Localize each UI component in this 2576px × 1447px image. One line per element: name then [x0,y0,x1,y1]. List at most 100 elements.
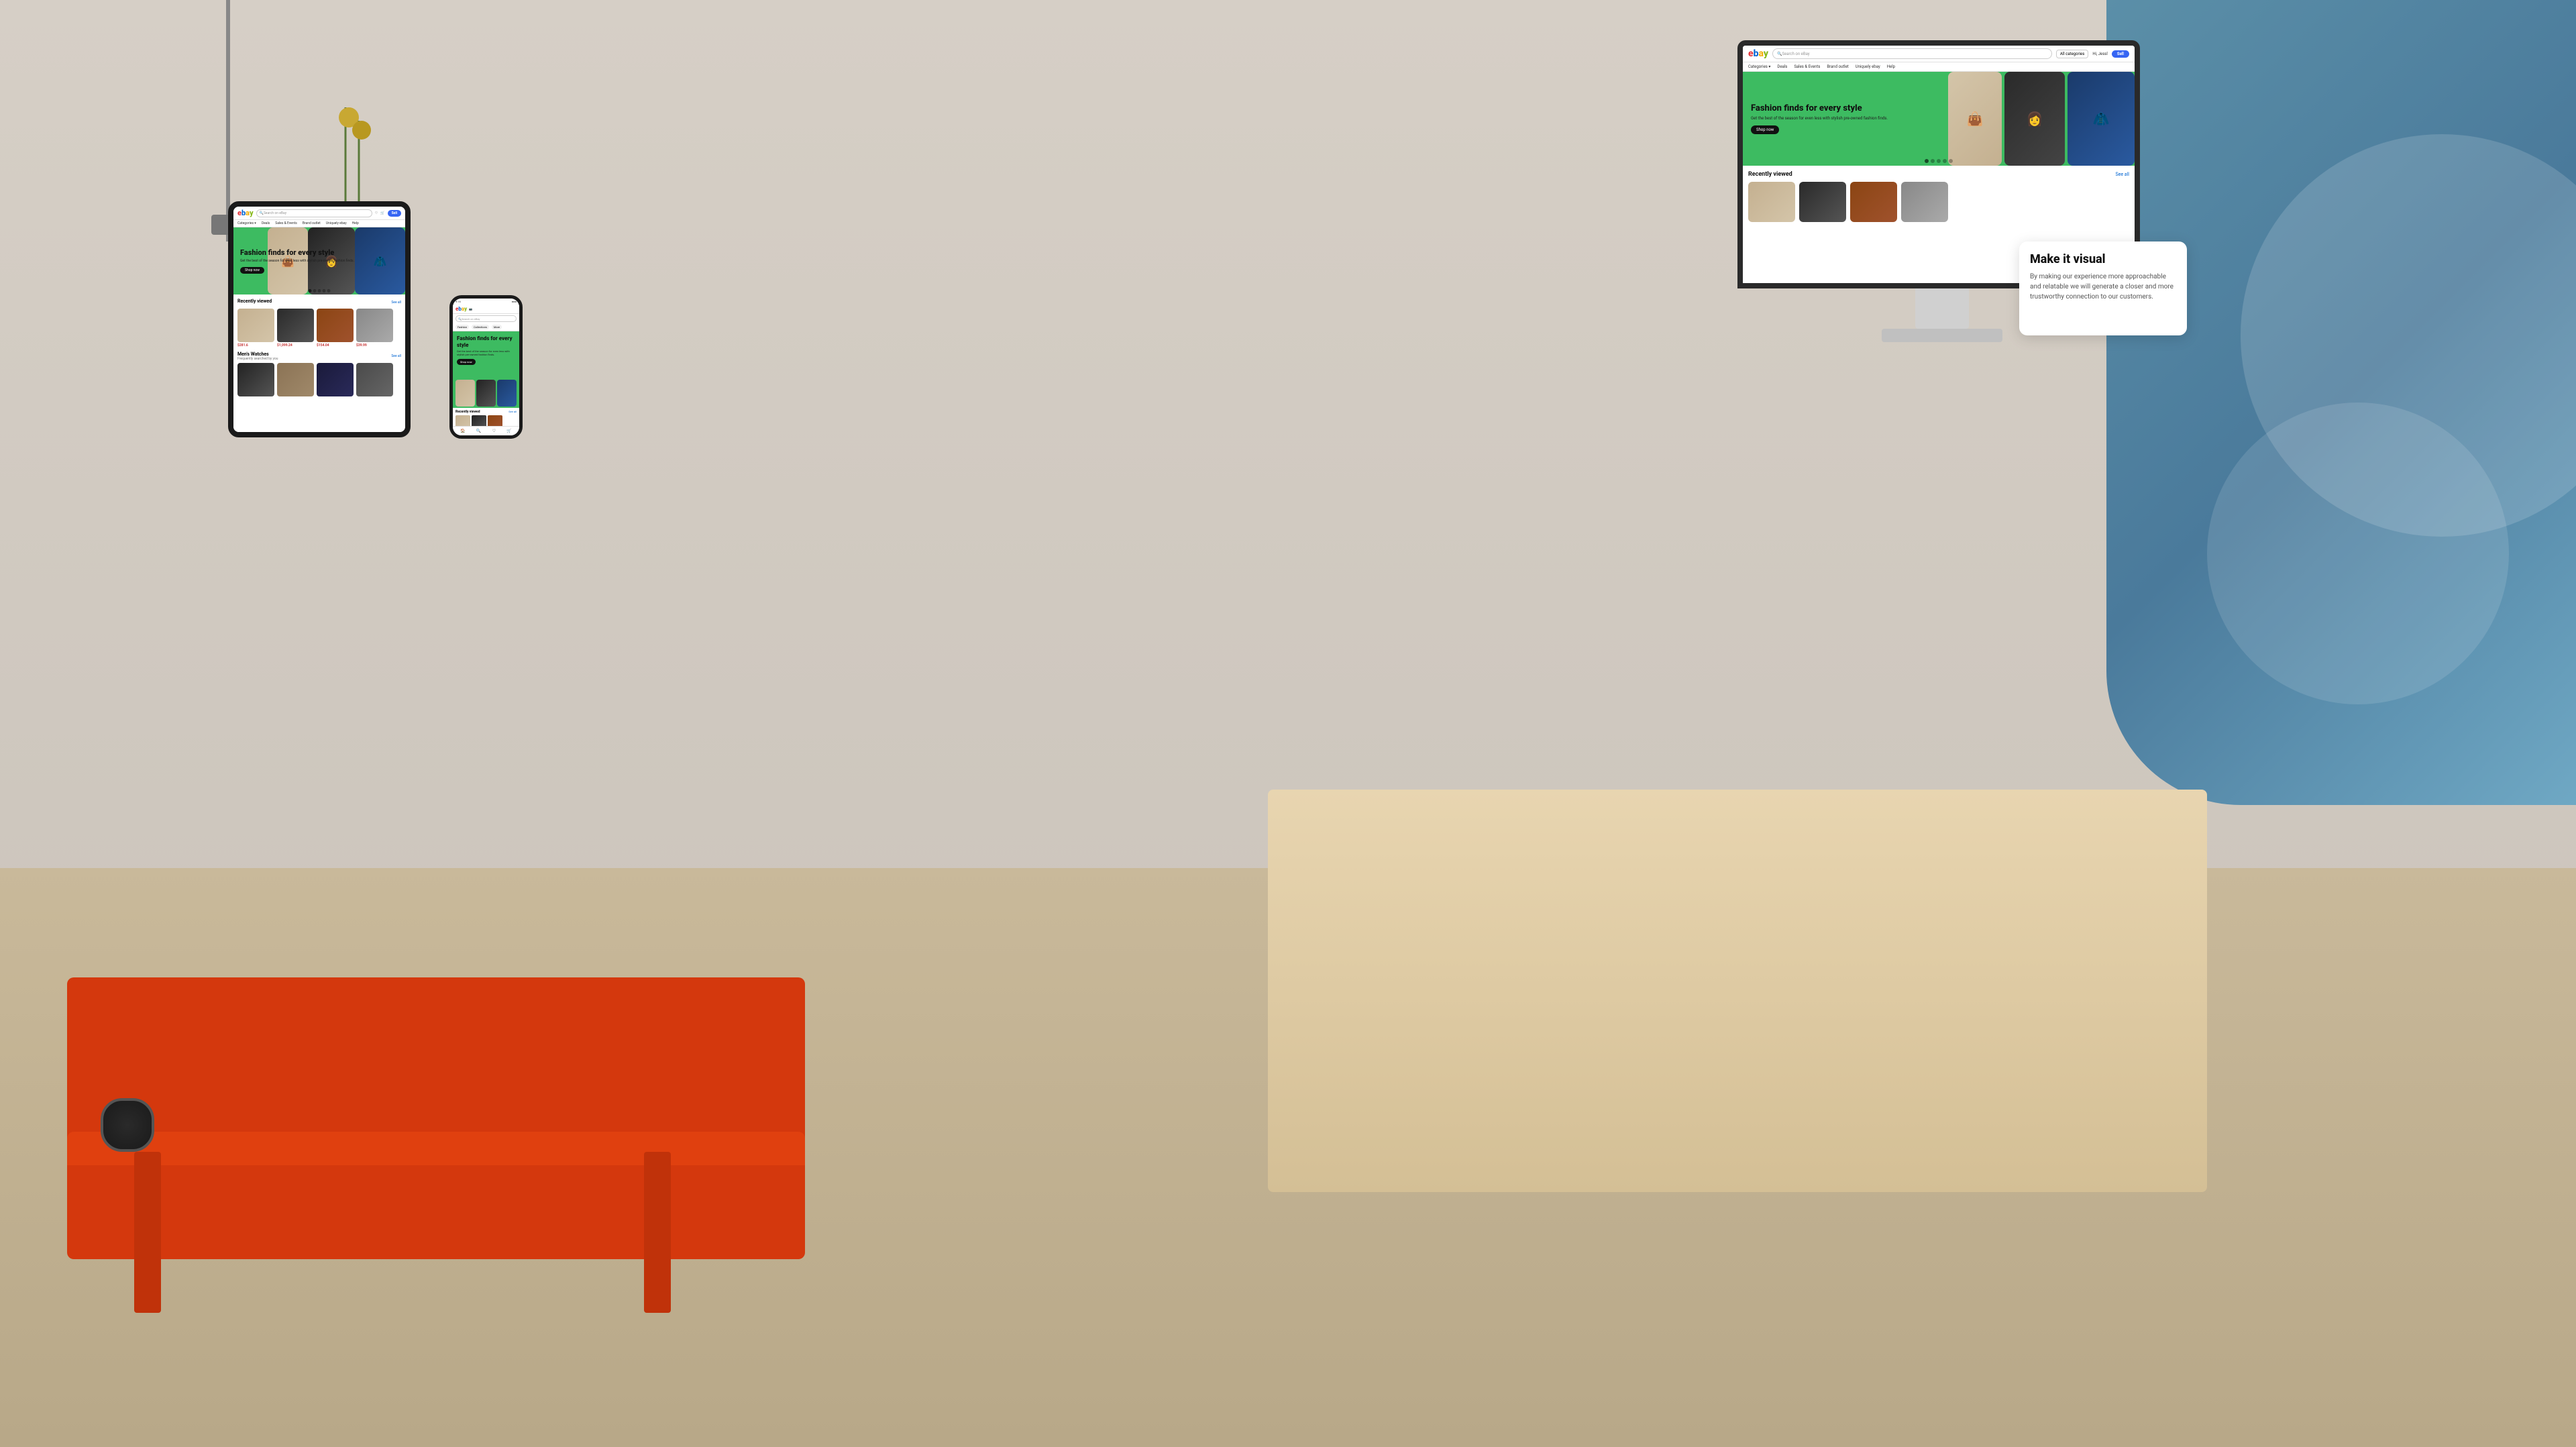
tablet-section-header: Recently viewed See all [237,299,401,307]
tablet-dot-5[interactable] [327,289,331,292]
tablet-watch-2[interactable] [277,363,314,396]
tablet-watch-1[interactable] [237,363,274,396]
monitor-categories-nav[interactable]: Categories ▾ [1748,64,1770,69]
monitor-nav-sales[interactable]: Sales & Events [1794,64,1820,69]
monitor-nav-brand[interactable]: Brand outlet [1827,64,1848,69]
monitor-shop-now-btn[interactable]: Shop now [1751,125,1779,134]
phone-img-1 [455,380,475,407]
monitor-item-2[interactable] [1799,182,1846,222]
monitor-items-row [1748,182,2129,222]
monitor-nav-unique[interactable]: Uniquely ebay [1856,64,1880,69]
phone-ebay-ui: 9:16 ●●● ebay 📷 🔍 Search on eBay Fashion [453,299,519,435]
monitor-greeting: Hi, Jessl [2092,52,2108,56]
phone-nav-more[interactable]: More [492,325,502,329]
monitor-hero-text: Fashion finds for every style Get the be… [1751,103,2127,135]
tablet-dot-2[interactable] [313,289,317,292]
monitor-hero-dots [1925,159,1953,163]
monitor-item-4[interactable] [1901,182,1948,222]
monitor-foot [1882,329,2002,342]
tablet-ebay-ui: ebay 🔍 Search on eBay ♡ 🛒 Sell Categorie… [233,207,405,432]
tablet-dot-1[interactable] [309,289,312,292]
monitor-nav-deals[interactable]: Deals [1777,64,1787,69]
tablet-hero-title: Fashion finds for every style [240,248,398,257]
make-visual-description: By making our experience more approachab… [2030,272,2176,302]
tablet-item-1[interactable]: $281.6 [237,309,274,347]
tablet-nav-bar: Categories ▾ Deals Sales & Events Brand … [233,220,405,227]
phone-nav-wishlist[interactable]: ♡ [492,429,496,433]
tablet-icon-cart[interactable]: 🛒 [380,211,384,215]
monitor-item-1[interactable] [1748,182,1795,222]
phone-hero-banner: Fashion finds for every style Get the be… [453,331,519,378]
phone-nav-home[interactable]: 🏠 [460,429,465,433]
hero-dot-5[interactable] [1949,159,1953,163]
tablet-watches-title: Men's Watches [237,352,278,357]
monitor-search-icon: 🔍 [1777,52,1782,56]
tablet-nav-sales[interactable]: Sales & Events [275,221,297,225]
monitor-item-3[interactable] [1850,182,1897,222]
tablet-nav-categories[interactable]: Categories ▾ [237,221,256,225]
tablet-hero-subtitle: Get the best of the season for even less… [240,259,398,264]
table-leg-right [644,1152,671,1313]
tablet-search-bar[interactable]: 🔍 Search on eBay [256,209,372,217]
monitor-header: ebay 🔍 Search on eBay All categories Hi,… [1743,46,2135,62]
phone-search-container: 🔍 Search on eBay [453,314,519,323]
tablet-item-3[interactable]: $154.04 [317,309,354,347]
phone-img-3 [497,380,517,407]
monitor-categories-btn[interactable]: All categories [2056,50,2088,58]
tablet-items-row: $281.6 $1,099.24 $154.04 $39.99 [237,309,401,347]
tablet-watch-3[interactable] [317,363,354,396]
tablet-item-4[interactable]: $39.99 [356,309,393,347]
phone-img-2 [476,380,496,407]
phone-nav-fashion[interactable]: Fashion [455,325,469,329]
tablet-nav-help[interactable]: Help [352,221,359,225]
monitor-recently-viewed: Recently viewed See all [1743,166,2135,225]
phone-nav-cart[interactable]: 🛒 [506,429,511,433]
monitor-sell-btn[interactable]: Sell [2112,50,2129,58]
tablet-nav-deals[interactable]: Deals [262,221,270,225]
tablet-watches-see-all[interactable]: See all [391,354,401,358]
phone-search-bar[interactable]: 🔍 Search on eBay [455,315,517,322]
phone-shop-now-btn[interactable]: Shop now [457,359,476,365]
phone-nav-collections[interactable]: Collections [472,325,489,329]
tablet-hero-dots [309,289,331,292]
tablet-screen: ebay 🔍 Search on eBay ♡ 🛒 Sell Categorie… [228,201,411,437]
tablet-recently-viewed: Recently viewed See all $281.6 $1,099.24… [233,294,405,352]
hero-dot-4[interactable] [1943,159,1947,163]
wooden-shelf [1268,790,2207,1192]
tablet-sell-btn[interactable]: Sell [388,210,401,217]
phone-hero-title: Fashion finds for every style [457,335,515,348]
tablet-dot-3[interactable] [318,289,321,292]
phone-time: 9:16 [455,300,461,303]
hero-dot-2[interactable] [1931,159,1935,163]
phone-nav-search[interactable]: 🔍 [476,429,481,433]
hero-dot-3[interactable] [1937,159,1941,163]
tablet-mens-watches: Men's Watches Frequently searched by you… [233,352,405,396]
phone-see-all[interactable]: See all [508,410,517,414]
make-visual-title: Make it visual [2030,252,2176,266]
monitor-search-bar[interactable]: 🔍 Search on eBay [1772,48,2052,59]
hero-dot-active[interactable] [1925,159,1929,163]
monitor-recently-title: Recently viewed [1748,171,1792,178]
monitor-see-all-btn[interactable]: See all [2115,172,2129,177]
tablet-dot-4[interactable] [323,289,326,292]
tablet-item-2[interactable]: $1,099.24 [277,309,314,347]
monitor-hero-banner: Fashion finds for every style Get the be… [1743,72,2135,166]
phone-icon-camera[interactable]: 📷 [469,307,472,311]
tablet-watch-4[interactable] [356,363,393,396]
tablet-hero-banner: Fashion finds for every style Get the be… [233,227,405,294]
monitor-hero-title: Fashion finds for every style [1751,103,2127,114]
monitor-nav-help[interactable]: Help [1887,64,1895,69]
table-surface [67,1132,805,1165]
phone-hero-images [453,378,519,408]
tablet-shop-now-btn[interactable]: Shop now [240,267,264,274]
tablet-nav-brand[interactable]: Brand outlet [303,221,321,225]
tablet-watches-row [237,363,401,396]
tablet-ebay-logo: ebay [237,209,254,217]
tablet-nav-unique[interactable]: Uniquely ebay [326,221,347,225]
monitor-base [1915,288,1969,329]
tablet-icon-wishlist[interactable]: ♡ [375,211,378,215]
watch-prop [101,1098,154,1152]
phone-screen: 9:16 ●●● ebay 📷 🔍 Search on eBay Fashion [449,295,523,439]
tablet-see-all[interactable]: See all [391,301,401,305]
phone-bottom-nav: 🏠 🔍 ♡ 🛒 [453,426,519,435]
